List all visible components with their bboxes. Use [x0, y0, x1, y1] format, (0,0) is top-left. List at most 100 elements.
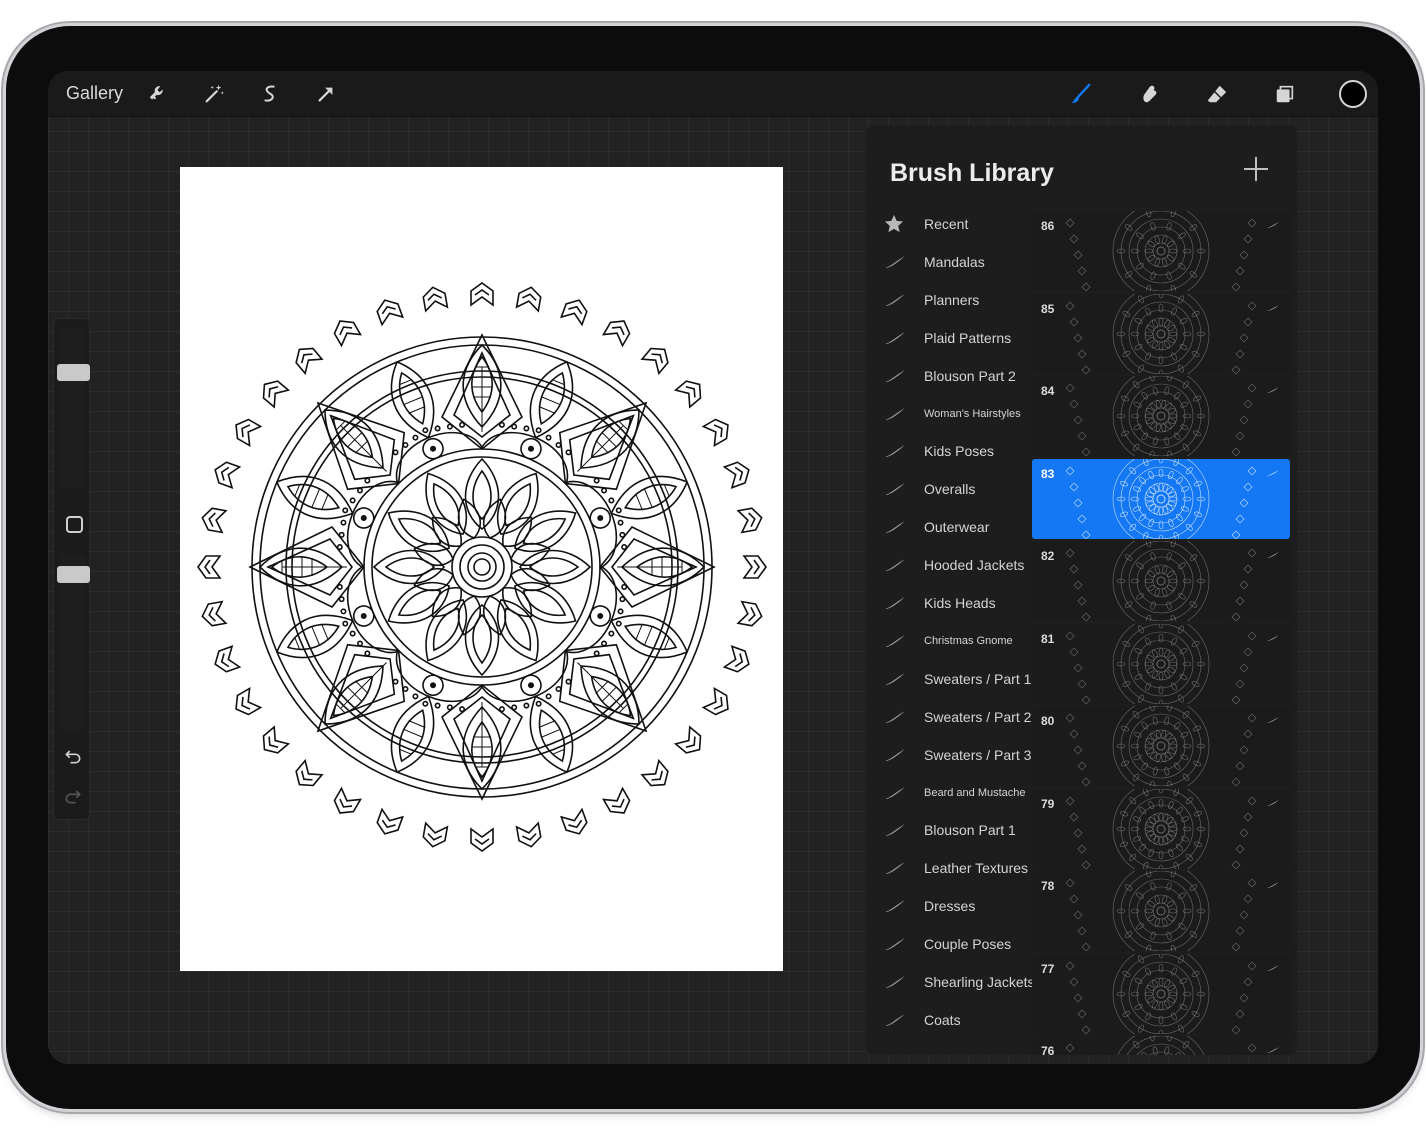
tablet-frame: Gallery Brush Library Recent Mandalas Pl… [6, 26, 1420, 1109]
brush-set-item[interactable]: Hooded Jackets [866, 546, 1032, 584]
brush-set-label: Blouson Part 1 [924, 822, 1016, 839]
brush-stroke-preview [1065, 953, 1257, 1034]
brush-item[interactable]: 77 [1032, 953, 1290, 1034]
brush-set-label: Beard and Mustache [924, 786, 1026, 799]
modify-square-icon[interactable] [66, 516, 83, 533]
brush-type-icon [1267, 469, 1279, 476]
brush-size-slider[interactable] [60, 329, 85, 489]
eraser-icon[interactable] [1204, 81, 1230, 107]
brush-set-label: Shearling Jackets [924, 974, 1035, 990]
brush-stroke-icon [885, 597, 905, 609]
brush-set-label: Sweaters / Part 3 [924, 746, 1032, 763]
transform-arrow-icon[interactable] [313, 81, 339, 107]
brush-number: 84 [1041, 384, 1055, 398]
brush-set-item[interactable]: Shearling Jackets [866, 963, 1035, 1001]
brush-type-icon [1267, 222, 1279, 228]
brush-stroke-icon [885, 369, 905, 382]
procreate-screen: Gallery Brush Library Recent Mandalas Pl… [48, 71, 1378, 1064]
undo-icon[interactable] [62, 745, 84, 767]
brush-set-item[interactable]: Christmas Gnome [866, 622, 1032, 660]
brush-set-item[interactable]: Beard and Mustache [866, 774, 1032, 812]
brush-set-item[interactable]: Woman's Hairstyles [866, 395, 1032, 433]
brush-item[interactable]: 84 [1032, 376, 1290, 456]
brush-set-item[interactable]: Blouson Part 1 [866, 811, 1032, 849]
brush-set-item[interactable]: Sweaters / Part 2 [866, 698, 1032, 736]
brush-set-label: Kids Poses [924, 443, 995, 460]
brush-stroke-icon [885, 559, 905, 572]
brush-stroke-icon [885, 862, 905, 875]
brush-stroke-preview [1065, 458, 1257, 539]
brush-stroke-icon [885, 255, 905, 268]
add-brush-set-button[interactable] [1244, 157, 1268, 181]
brush-stroke-icon [885, 786, 905, 799]
brush-set-label: Hooded Jackets [924, 557, 1025, 574]
brush-library-panel: Brush Library Recent Mandalas Planners Plai… [866, 125, 1297, 1055]
magic-wand-icon[interactable] [201, 81, 227, 107]
brush-stroke-icon [885, 900, 905, 913]
brush-type-icon [1267, 634, 1279, 641]
color-icon[interactable] [1338, 79, 1368, 109]
brush-set-item[interactable]: Leather Textures [866, 849, 1032, 887]
brush-stroke-preview [1065, 376, 1257, 456]
brush-set-label: Kids Heads [924, 595, 996, 611]
brush-set-item[interactable]: Dresses [866, 887, 1032, 925]
drawing-canvas[interactable] [180, 167, 783, 971]
brush-item[interactable]: 86 [1032, 211, 1290, 291]
wrench-icon[interactable] [145, 81, 171, 107]
brush-item[interactable]: 79 [1032, 788, 1290, 869]
brush-stroke-preview [1065, 623, 1257, 704]
brush-item[interactable]: 81 [1032, 623, 1290, 704]
brush-stroke-icon [885, 824, 905, 837]
opacity-thumb[interactable] [57, 566, 90, 583]
brush-set-item[interactable]: Sweaters / Part 3 [866, 736, 1032, 774]
brush-set-item[interactable]: Planners [866, 281, 1032, 319]
brush-item[interactable]: 76 [1032, 1036, 1290, 1055]
brush-set-item[interactable]: Outerwear [866, 508, 1032, 546]
brush-stroke-icon [885, 521, 905, 534]
brush-item[interactable]: 78 [1032, 871, 1290, 951]
brush-item[interactable]: 82 [1032, 541, 1290, 621]
brush-set-item[interactable]: Couple Poses [866, 925, 1032, 963]
brush-type-icon [1267, 304, 1279, 311]
brush-set-item[interactable]: Blouson Part 2 [866, 357, 1032, 395]
brush-set-label: Sweaters / Part 1 [924, 670, 1032, 687]
brush-set-item[interactable]: Mandalas [866, 243, 1032, 281]
brush-type-icon [1267, 882, 1279, 888]
brush-stroke-icon [885, 672, 905, 685]
brush-item[interactable]: 80 [1032, 706, 1290, 786]
brush-stroke-icon [885, 1013, 905, 1026]
brush-item-selected[interactable]: 83 [1032, 458, 1290, 539]
brush-stroke-preview [1065, 293, 1257, 374]
brush-stroke-icon [885, 976, 905, 988]
star-icon [884, 214, 904, 233]
brush-set-label: Recent [924, 216, 969, 232]
brush-set-item[interactable]: Overalls [866, 470, 1032, 508]
brush-size-thumb[interactable] [57, 364, 90, 381]
brush-type-icon [1267, 717, 1279, 723]
brush-number: 78 [1041, 879, 1055, 893]
brush-set-item[interactable]: Sweaters / Part 1 [866, 660, 1032, 698]
brush-set-label: Overalls [924, 481, 976, 498]
brush-set-item[interactable]: Recent [866, 205, 1032, 243]
brush-set-label: Leather Textures [924, 860, 1029, 877]
smudge-icon[interactable] [1136, 81, 1162, 107]
brush-stroke-icon [885, 748, 905, 761]
brush-set-item[interactable]: Plaid Patterns [866, 319, 1032, 357]
brush-set-item[interactable]: Coats [866, 1001, 1032, 1039]
brush-set-item[interactable]: Kids Heads [866, 584, 1032, 622]
left-sidebar [53, 318, 90, 820]
brush-stroke-icon [885, 445, 905, 458]
layers-icon[interactable] [1272, 81, 1298, 107]
brush-set-label: Sweaters / Part 2 [924, 708, 1032, 725]
gallery-button[interactable]: Gallery [66, 83, 123, 104]
mandala-artwork [197, 282, 767, 852]
redo-icon[interactable] [62, 785, 84, 807]
top-toolbar: Gallery [48, 71, 1378, 117]
brush-stroke-preview [1065, 541, 1257, 621]
brush-item[interactable]: 85 [1032, 293, 1290, 374]
brush-number: 79 [1041, 796, 1055, 811]
brush-set-item[interactable]: Kids Poses [866, 432, 1032, 470]
brush-icon[interactable] [1068, 81, 1094, 107]
selection-icon[interactable] [257, 81, 283, 107]
brush-number: 77 [1041, 961, 1055, 976]
